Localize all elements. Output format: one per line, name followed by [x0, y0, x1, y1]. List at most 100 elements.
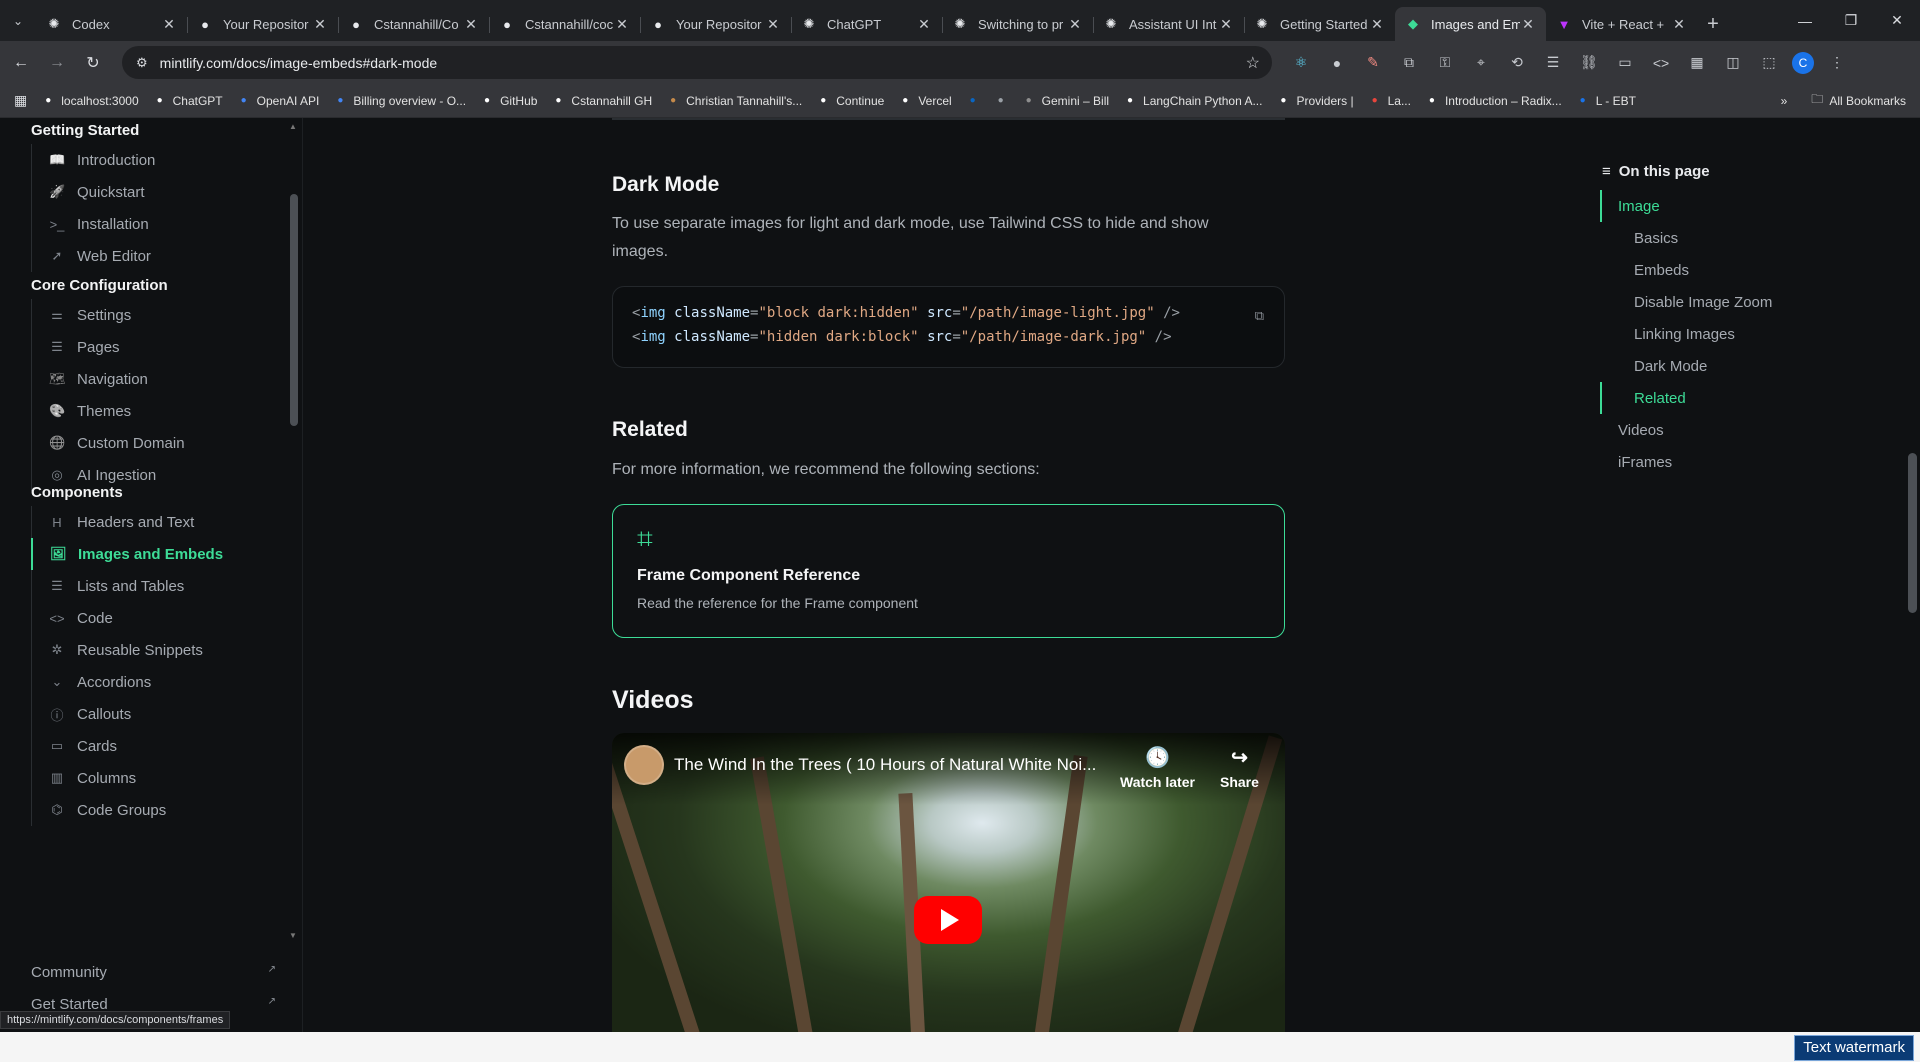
toc-link-related[interactable]: Related	[1634, 390, 1686, 407]
sidebar-item-introduction[interactable]: 📖 Introduction	[31, 144, 281, 176]
toc-link-iframes[interactable]: iFrames	[1618, 454, 1672, 471]
link-icon[interactable]: ⛓	[1576, 50, 1602, 76]
video-title[interactable]: The Wind In the Trees ( 10 Hours of Natu…	[674, 755, 1114, 775]
browser-tab[interactable]: ✺ Assistant UI Int ✕	[1093, 7, 1244, 41]
devices-icon[interactable]: ▭	[1612, 50, 1638, 76]
bookmark-item[interactable]: ● Vercel	[898, 94, 951, 108]
tab-close-icon[interactable]: ✕	[765, 16, 781, 32]
sidebar-item-navigation[interactable]: 🗺 Navigation	[31, 363, 281, 395]
forward-icon[interactable]: →	[42, 48, 72, 78]
toc-link-dark-mode[interactable]: Dark Mode	[1634, 358, 1707, 375]
browser-tab[interactable]: ✺ Getting Started ✕	[1244, 7, 1395, 41]
address-bar[interactable]: ⚙ mintlify.com/docs/image-embeds#dark-mo…	[122, 46, 1272, 79]
scroll-down-icon[interactable]: ▼	[289, 931, 297, 940]
page-scroll-thumb[interactable]	[1908, 453, 1917, 613]
play-button[interactable]	[914, 896, 982, 944]
tab-close-icon[interactable]: ✕	[1067, 16, 1083, 32]
code-icon[interactable]: <>	[1648, 50, 1674, 76]
minimize-icon[interactable]: —	[1782, 0, 1828, 41]
browser-tab[interactable]: ✺ Codex ✕	[36, 7, 187, 41]
bookmark-item[interactable]: ● LangChain Python A...	[1123, 94, 1262, 108]
sidebar-scrollbar[interactable]: ▲ ▼	[287, 118, 301, 944]
bookmark-item[interactable]: ●	[966, 94, 980, 108]
frame-reference-card[interactable]: ⌗ Frame Component Reference Read the ref…	[612, 504, 1285, 638]
sidebar-item-pages[interactable]: ☰ Pages	[31, 331, 281, 363]
sidebar-item-code-groups[interactable]: ⌬ Code Groups	[31, 794, 281, 826]
browser-tab[interactable]: ● Cstannahill/Co ✕	[338, 7, 489, 41]
share-button[interactable]: ↪ Share	[1220, 745, 1259, 790]
back-icon[interactable]: ←	[6, 48, 36, 78]
bookmark-item[interactable]: ● Christian Tannahill's...	[666, 94, 802, 108]
channel-avatar[interactable]	[624, 745, 664, 785]
sidebar-item-reusable-snippets[interactable]: ✲ Reusable Snippets	[31, 634, 281, 666]
browser-tab[interactable]: ✺ Switching to pr ✕	[942, 7, 1093, 41]
reload-icon[interactable]: ↻	[78, 48, 108, 78]
tab-close-icon[interactable]: ✕	[161, 16, 177, 32]
sidebar-item-headers-and-text[interactable]: H Headers and Text	[31, 506, 281, 538]
bookmark-item[interactable]: ● Billing overview - O...	[333, 94, 466, 108]
toc-link-embeds[interactable]: Embeds	[1634, 262, 1689, 279]
menu-kebab-icon[interactable]: ⋮	[1824, 50, 1850, 76]
bookmark-item[interactable]: ● Cstannahill GH	[551, 94, 652, 108]
toc-link-disable-image-zoom[interactable]: Disable Image Zoom	[1634, 294, 1772, 311]
sidebar-scroll-thumb[interactable]	[290, 194, 298, 426]
watch-later-button[interactable]: 🕓 Watch later	[1120, 745, 1195, 790]
sidebar-item-quickstart[interactable]: 🚀 Quickstart	[31, 176, 281, 208]
tab-close-icon[interactable]: ✕	[312, 16, 328, 32]
bookmark-item[interactable]: ●	[994, 94, 1008, 108]
react-extension-icon[interactable]: ⚛	[1288, 50, 1314, 76]
sidebar-item-installation[interactable]: >_ Installation	[31, 208, 281, 240]
browser-tab[interactable]: ▼ Vite + React + ✕	[1546, 7, 1697, 41]
side-panel-icon[interactable]: ◫	[1720, 50, 1746, 76]
copy-icon[interactable]: ⧉	[1255, 305, 1264, 329]
extension-icon[interactable]: ●	[1324, 50, 1350, 76]
sidebar-item-callouts[interactable]: ⓘ Callouts	[31, 698, 281, 730]
new-tab-button[interactable]: +	[1697, 7, 1729, 41]
bookmark-item[interactable]: ● OpenAI API	[237, 94, 320, 108]
sidebar-item-accordions[interactable]: ⌄ Accordions	[31, 666, 281, 698]
brush-extension-icon[interactable]: ✎	[1360, 50, 1386, 76]
bookmark-item[interactable]: ● ChatGPT	[153, 94, 223, 108]
toc-link-videos[interactable]: Videos	[1618, 422, 1664, 439]
apps-grid-icon[interactable]: ▦	[14, 92, 27, 109]
tab-close-icon[interactable]: ✕	[614, 16, 630, 32]
bookmark-item[interactable]: ● GitHub	[480, 94, 537, 108]
youtube-video-embed[interactable]: The Wind In the Trees ( 10 Hours of Natu…	[612, 733, 1285, 1032]
scroll-up-icon[interactable]: ▲	[289, 122, 297, 131]
site-info-icon[interactable]: ⚙	[136, 55, 148, 71]
bookmark-item[interactable]: ● localhost:3000	[41, 94, 138, 108]
footer-link-community[interactable]: Community ↗	[31, 964, 276, 981]
browser-tab[interactable]: ● Your Repositor ✕	[187, 7, 338, 41]
all-bookmarks[interactable]: 🗀 All Bookmarks	[1811, 90, 1906, 111]
close-window-icon[interactable]: ✕	[1874, 0, 1920, 41]
toc-link-linking-images[interactable]: Linking Images	[1634, 326, 1735, 343]
bookmark-item[interactable]: ● La...	[1368, 94, 1411, 108]
sidebar-item-columns[interactable]: ▥ Columns	[31, 762, 281, 794]
sidebar-item-code[interactable]: <> Code	[31, 602, 281, 634]
screenshot-icon[interactable]: ⬚	[1756, 50, 1782, 76]
location-icon[interactable]: ⌖	[1468, 50, 1494, 76]
bookmark-item[interactable]: ● Providers |	[1276, 94, 1353, 108]
sidebar-item-web-editor[interactable]: ➚ Web Editor	[31, 240, 281, 272]
tab-close-icon[interactable]: ✕	[1671, 16, 1687, 32]
tab-close-icon[interactable]: ✕	[916, 16, 932, 32]
sidebar-item-settings[interactable]: ⚌ Settings	[31, 299, 281, 331]
tab-search-chevron-icon[interactable]: ⌄	[0, 0, 36, 41]
browser-tab[interactable]: ● Your Repositor ✕	[640, 7, 791, 41]
browser-tab[interactable]: ● Cstannahill/coc ✕	[489, 7, 640, 41]
restore-icon[interactable]: ❐	[1828, 0, 1874, 41]
profile-avatar[interactable]: C	[1792, 51, 1814, 74]
sidebar-item-lists-and-tables[interactable]: ☰ Lists and Tables	[31, 570, 281, 602]
page-scrollbar[interactable]	[1905, 118, 1920, 1032]
toc-link-basics[interactable]: Basics	[1634, 230, 1678, 247]
bookmarks-overflow-icon[interactable]: »	[1781, 94, 1788, 108]
bookmark-item[interactable]: ● Continue	[816, 94, 884, 108]
tab-close-icon[interactable]: ✕	[1369, 16, 1385, 32]
tab-close-icon[interactable]: ✕	[463, 16, 479, 32]
bookmark-item[interactable]: ● L - EBT	[1576, 94, 1636, 108]
sidebar-item-cards[interactable]: ▭ Cards	[31, 730, 281, 762]
qr-icon[interactable]: ▦	[1684, 50, 1710, 76]
sidebar-item-custom-domain[interactable]: 🌐 Custom Domain	[31, 427, 281, 459]
bookmark-item[interactable]: ● Gemini – Bill	[1022, 94, 1109, 108]
address-url[interactable]: mintlify.com/docs/image-embeds#dark-mode	[160, 55, 438, 71]
